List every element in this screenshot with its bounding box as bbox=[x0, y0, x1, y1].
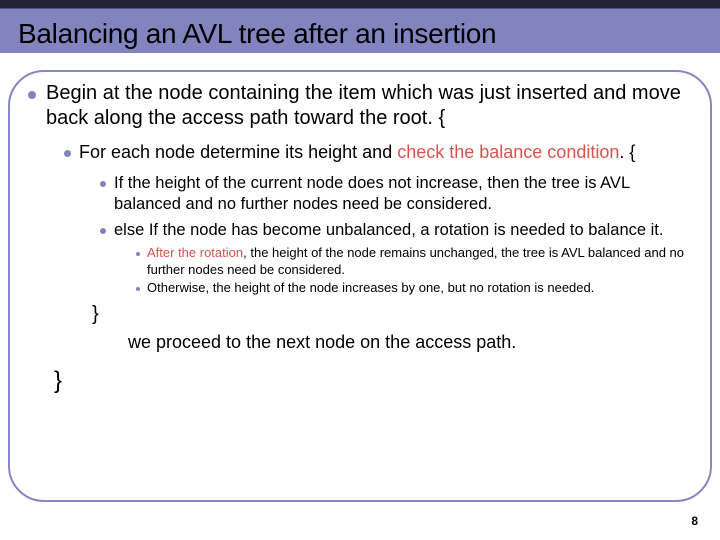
content-bubble: Begin at the node containing the item wh… bbox=[8, 70, 712, 502]
bullet-lvl4-2: Otherwise, the height of the node increa… bbox=[136, 280, 690, 297]
bullet-dot-icon bbox=[100, 228, 106, 234]
bullet-dot-icon bbox=[64, 150, 71, 157]
lvl3-1-text: If the height of the current node does n… bbox=[114, 173, 690, 214]
bullet-lvl3-2: else If the node has become unbalanced, … bbox=[100, 220, 690, 241]
bullet-lvl2: For each node determine its height and c… bbox=[64, 141, 690, 164]
bullet-lvl1: Begin at the node containing the item wh… bbox=[28, 81, 690, 131]
lvl3-2-text: else If the node has become unbalanced, … bbox=[114, 220, 663, 241]
bullet-dot-icon bbox=[136, 287, 140, 291]
lvl2-b-accent: check the balance condition bbox=[397, 142, 619, 162]
slide-title: Balancing an AVL tree after an insertion bbox=[18, 18, 496, 50]
lvl2-text: For each node determine its height and c… bbox=[79, 141, 635, 164]
bullet-dot-icon bbox=[136, 252, 140, 256]
content: Begin at the node containing the item wh… bbox=[28, 81, 690, 490]
slide: Balancing an AVL tree after an insertion… bbox=[0, 0, 720, 540]
proceed-text: we proceed to the next node on the acces… bbox=[128, 332, 690, 353]
page-number: 8 bbox=[691, 514, 698, 528]
lvl4-1a-accent: After the rotation bbox=[147, 245, 243, 260]
bullet-dot-icon bbox=[100, 181, 106, 187]
close-brace-outer: } bbox=[54, 367, 690, 395]
lvl2-c: . { bbox=[619, 142, 635, 162]
close-brace-inner: } bbox=[92, 303, 690, 326]
lvl4-1-text: After the rotation, the height of the no… bbox=[147, 245, 690, 278]
lvl4-2-text: Otherwise, the height of the node increa… bbox=[147, 280, 594, 297]
bullet-dot-icon bbox=[28, 91, 36, 99]
lvl2-a: For each node determine its height and bbox=[79, 142, 397, 162]
bullet-lvl4-1: After the rotation, the height of the no… bbox=[136, 245, 690, 278]
lvl1-text: Begin at the node containing the item wh… bbox=[46, 81, 690, 131]
bullet-lvl3-1: If the height of the current node does n… bbox=[100, 173, 690, 214]
